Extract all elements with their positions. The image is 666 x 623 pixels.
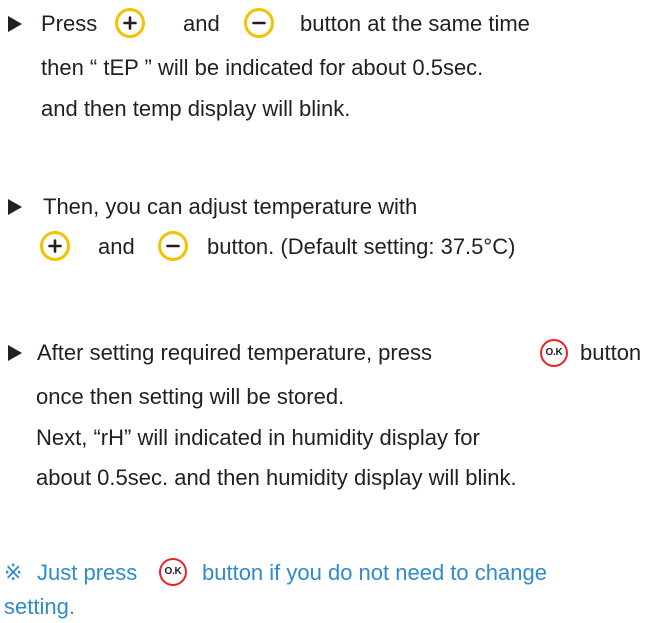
plus-button-icon	[115, 8, 145, 38]
step3-line1: After setting required temperature, pres…	[37, 340, 432, 365]
minus-button-icon	[158, 231, 188, 261]
step2-and-text: and	[98, 234, 135, 259]
note-tail-text: button if you do not need to change	[202, 560, 547, 585]
bullet-triangle-icon	[8, 199, 22, 215]
step3-line4: about 0.5sec. and then humidity display …	[36, 465, 517, 490]
step3-tail-text: button	[580, 340, 642, 365]
ok-button-icon: O.K	[159, 558, 187, 586]
note-lead-text: Just press	[37, 560, 138, 585]
step1-tail-text: button at the same time	[300, 11, 530, 36]
ok-button-icon: O.K	[540, 339, 568, 367]
plus-button-icon	[40, 231, 70, 261]
minus-button-icon	[244, 8, 274, 38]
reference-mark: ※	[4, 560, 23, 585]
bullet-triangle-icon	[8, 345, 22, 361]
step1-and-text: and	[183, 11, 220, 36]
ok-button-label: O.K	[545, 347, 563, 358]
note-line2: setting.	[4, 594, 75, 619]
ok-button-label: O.K	[164, 566, 182, 577]
step1-line2: then “ tEP ” will be indicated for about…	[41, 55, 484, 80]
step3-line2: once then setting will be stored.	[36, 384, 345, 409]
step1-line3: and then temp display will blink.	[41, 96, 351, 121]
step1-press-text: Press	[41, 11, 98, 36]
step2-tail-text: button. (Default setting: 37.5°C)	[207, 234, 516, 259]
step2-line1: Then, you can adjust temperature with	[43, 194, 418, 219]
bullet-triangle-icon	[8, 16, 22, 32]
step3-line3: Next, “rH” will indicated in humidity di…	[36, 425, 480, 450]
